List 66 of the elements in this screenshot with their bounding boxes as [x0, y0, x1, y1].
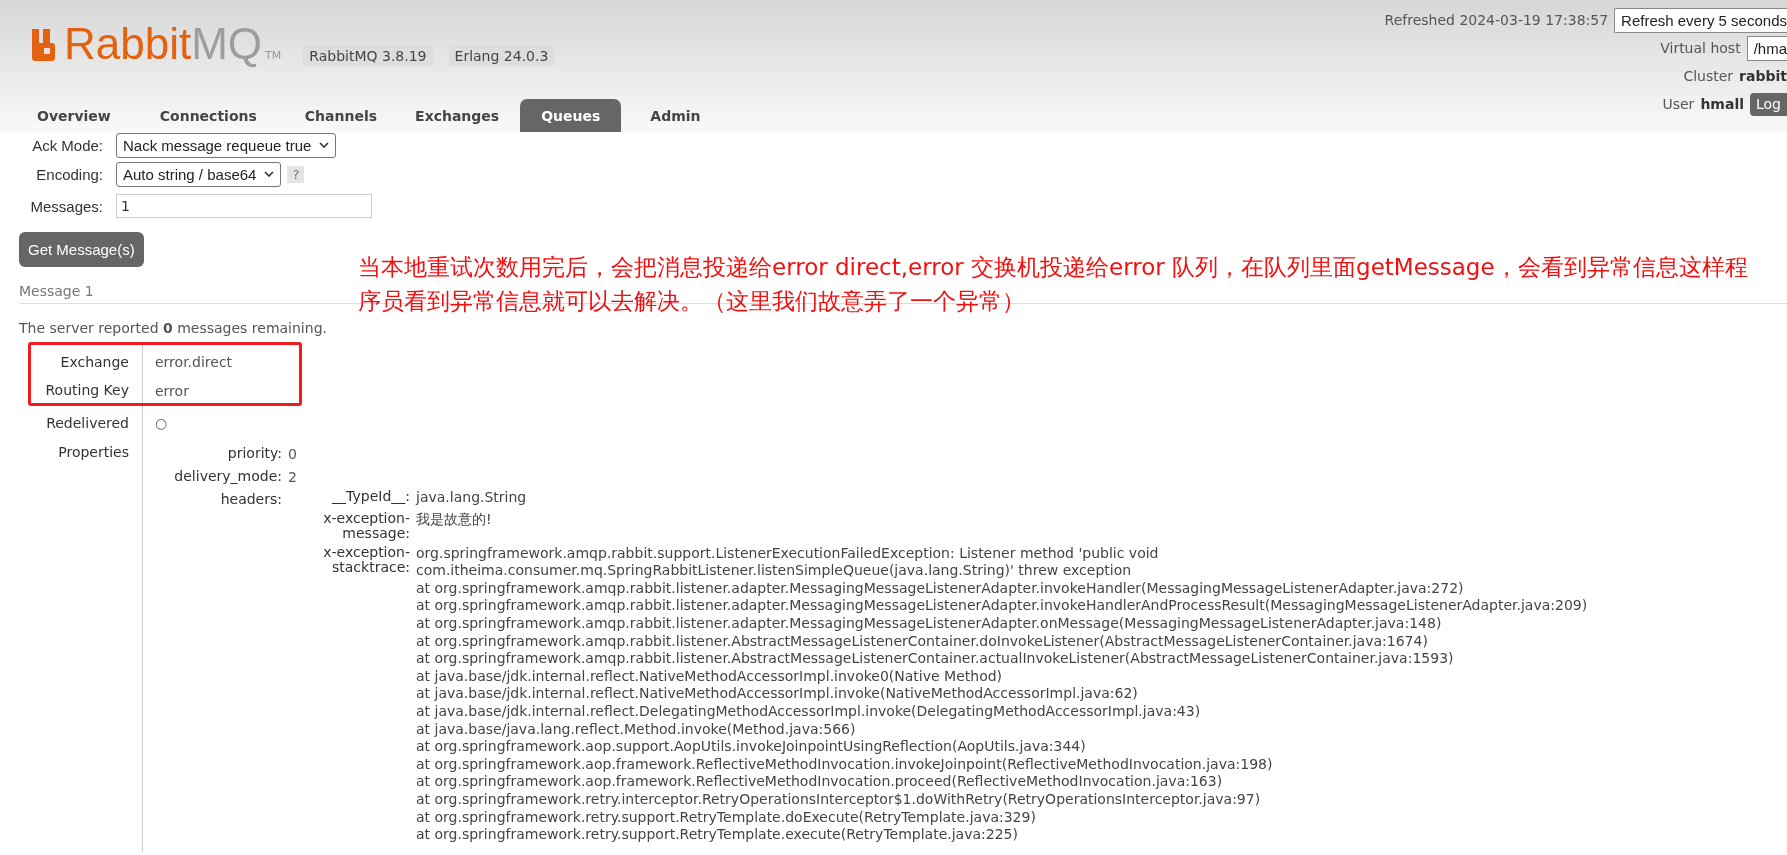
- header-value-line: 我是故意的!: [416, 510, 492, 529]
- header-value-line: at java.base/jdk.internal.reflect.NativeMethodAccessorImpl.invoke(NativeMethodAccessorImpl.java:62): [416, 685, 1139, 703]
- refreshed-time: Refreshed 2024-03-19 17:38:57: [1384, 12, 1609, 28]
- detail-value: error.direct: [154, 353, 233, 372]
- nav-tab[interactable]: Queues: [520, 99, 622, 132]
- header-value-line: at org.springframework.aop.framework.ReflectiveMethodInvocation.invokeJoinpoint(ReflectiveMethodInvocation.java:198): [416, 755, 1274, 774]
- header-value-line: at java.base/jdk.internal.reflect.NativeMethodAccessorImpl.invoke0(Native Method): [416, 667, 1004, 686]
- version-badge: Erlang 24.0.3: [448, 46, 555, 66]
- detail-label: Properties: [19, 437, 143, 852]
- user-name: hmall: [1700, 96, 1744, 112]
- user-label: User: [1662, 96, 1695, 112]
- cluster-name: rabbit: [1739, 68, 1787, 84]
- header-value-line: at java.base/java.lang.reflect.Method.invoke(Method.java:566): [416, 720, 857, 739]
- header-value-line: at org.springframework.amqp.rabbit.listener.AbstractMessageListenerContainer.actualInvokeListener(AbstractMessageListenerContainer.java:1593): [416, 650, 1455, 668]
- encoding-select[interactable]: Auto string / base64: [116, 161, 282, 187]
- detail-label: Redelivered: [19, 403, 143, 437]
- header-value-line: at java.base/jdk.internal.reflect.DelegatingMethodAccessorImpl.invoke(DelegatingMethodAccessorImpl.java:43): [416, 702, 1202, 721]
- header-value-line: at org.springframework.retry.support.RetryTemplate.doExecute(RetryTemplate.java:329): [416, 808, 1037, 827]
- caret-icon: [264, 171, 275, 177]
- header-value-line: com.itheima.consumer.mq.SpringRabbitListener.listenSimpleQueue(java.lang.String)' threw exception: [416, 562, 1133, 580]
- logo-text: Rabbit: [64, 22, 192, 66]
- logout-button[interactable]: Log: [1750, 92, 1787, 116]
- nav-tab[interactable]: Connections: [142, 99, 284, 132]
- refresh-select[interactable]: Refresh every 5 seconds: [1614, 7, 1787, 33]
- remaining-text: The server reported 0 messages remaining.: [19, 320, 328, 336]
- header-key: __TypeId__:: [288, 489, 416, 507]
- header-value-line: at org.springframework.aop.framework.ReflectiveMethodInvocation.proceed(ReflectiveMethodInvocation.java:163): [416, 773, 1224, 791]
- nav-tab[interactable]: Exchanges: [398, 99, 517, 132]
- field-label: Ack Mode:: [31, 136, 104, 154]
- header-value-line: at org.springframework.amqp.rabbit.listener.adapter.MessagingMessageListenerAdapter.invokeHandler(MessagingMessageListenerAdapter.java:272): [416, 579, 1465, 598]
- header-value-line: at org.springframework.amqp.rabbit.listener.AbstractMessageListenerContainer.doInvokeListener(AbstractMessageListenerContainer.java:1674): [416, 632, 1429, 651]
- header-value-line: at org.springframework.amqp.rabbit.listener.adapter.MessagingMessageListenerAdapter.invokeHandlerAndProcessResult(MessagingMessageListenerAdapter.java:209): [416, 597, 1588, 615]
- property-key: priority:: [155, 443, 288, 466]
- logo-text: MQ: [191, 22, 263, 66]
- detail-value: ○: [154, 414, 168, 433]
- property-value: 0: [288, 445, 297, 464]
- field-label: Encoding:: [35, 165, 104, 183]
- property-key: headers:: [155, 489, 288, 848]
- nav-tab[interactable]: Admin: [633, 99, 718, 132]
- nav-tab[interactable]: Channels: [287, 99, 395, 132]
- virtual-host-select[interactable]: /hma: [1746, 35, 1787, 61]
- header-value-line: org.springframework.amqp.rabbit.support.ListenerExecutionFailedException: Listener method 'public void: [416, 544, 1160, 563]
- annotation-text: 当本地重试次数用完后，会把消息投递给error direct,error 交换机投递给error 队列，在队列里面getMessage，会看到异常信息这样程序员看到异常信息就可以去解决。（这里我们故意弄了一个异常）: [358, 253, 1749, 316]
- virtual-host-label: Virtual host: [1660, 40, 1741, 56]
- header-key: x-exception-message:: [288, 510, 416, 541]
- messages-input[interactable]: 1: [116, 194, 372, 218]
- property-value: 2: [288, 468, 297, 487]
- caret-icon: [319, 142, 330, 148]
- help-button[interactable]: ?: [287, 165, 305, 183]
- header-value-line: at org.springframework.retry.interceptor.RetryOperationsInterceptor$1.doWithRetry(RetryOperationsInterceptor.java:97): [416, 790, 1262, 809]
- header-key: x-exception-stacktrace:: [288, 544, 416, 844]
- header-value-line: at org.springframework.retry.support.RetryTemplate.execute(RetryTemplate.java:225): [416, 826, 1019, 844]
- detail-label: Routing Key: [19, 375, 143, 403]
- header-value-line: at org.springframework.amqp.rabbit.listener.adapter.MessagingMessageListenerAdapter.onMessage(MessagingMessageListenerAdapter.java:148): [416, 614, 1443, 633]
- cluster-label: Cluster: [1683, 68, 1734, 84]
- trademark-mark: TM: [265, 49, 282, 62]
- ack-mode-select[interactable]: Nack message requeue true: [116, 132, 337, 158]
- header-value-line: java.lang.String: [416, 489, 527, 507]
- version-badge: RabbitMQ 3.8.19: [303, 46, 433, 66]
- detail-label: Exchange: [19, 344, 143, 375]
- header-value-line: at org.springframework.aop.support.AopUtils.invokeJoinpointUsingReflection(AopUtils.java:344): [416, 738, 1087, 756]
- nav-tab[interactable]: Overview: [20, 99, 139, 132]
- property-key: delivery_mode:: [155, 466, 288, 489]
- detail-value: error: [154, 382, 189, 401]
- get-messages-button[interactable]: Get Message(s): [19, 232, 144, 267]
- field-label: Messages:: [29, 197, 104, 215]
